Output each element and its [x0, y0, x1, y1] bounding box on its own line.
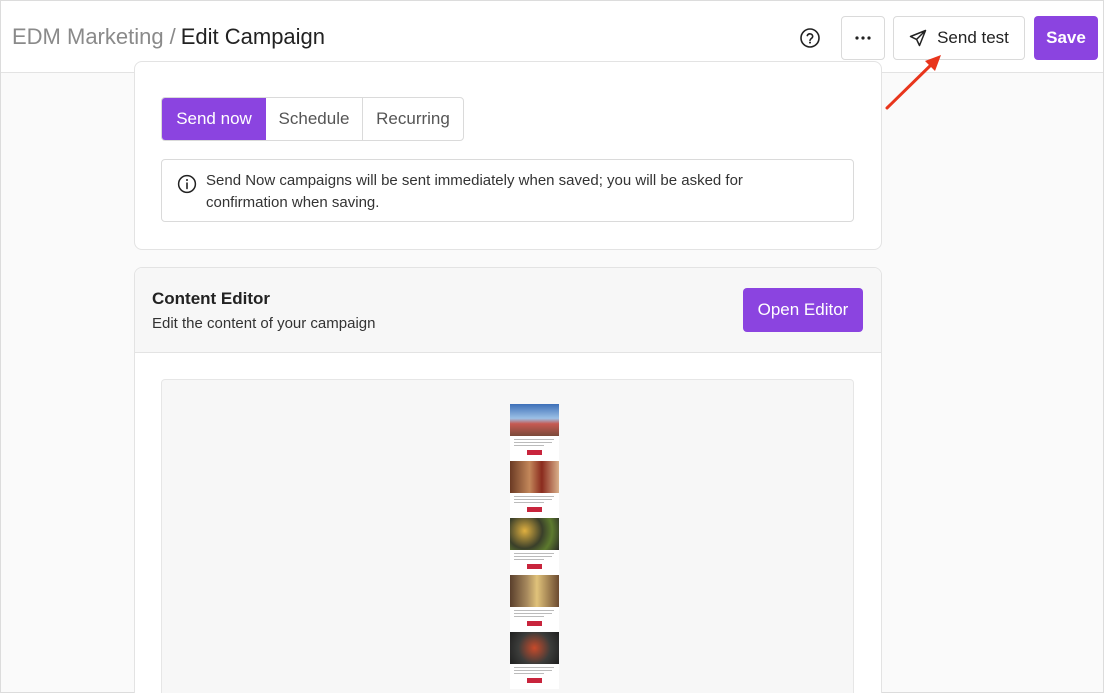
breadcrumb-separator: /: [169, 24, 176, 49]
page-title: Edit Campaign: [180, 24, 326, 49]
email-image: [510, 461, 559, 493]
email-image: [510, 404, 559, 436]
open-editor-button[interactable]: Open Editor: [743, 288, 863, 332]
email-cta-button: [527, 621, 542, 626]
breadcrumb: EDM Marketing / Edit Campaign: [12, 24, 325, 50]
email-section: [510, 632, 559, 689]
email-section: [510, 461, 559, 518]
send-now-info-box: Send Now campaigns will be sent immediat…: [161, 159, 854, 222]
send-test-label: Send test: [937, 28, 1009, 47]
email-preview-thumbnail[interactable]: [510, 404, 559, 689]
breadcrumb-parent[interactable]: EDM Marketing: [12, 24, 164, 49]
email-section: [510, 575, 559, 632]
content-editor-subtitle: Edit the content of your campaign: [152, 315, 376, 332]
email-image: [510, 575, 559, 607]
email-cta-button: [527, 678, 542, 683]
email-cta-button: [527, 450, 542, 455]
email-image: [510, 518, 559, 550]
content-editor-header: Content Editor Edit the content of your …: [135, 268, 881, 353]
info-icon: [177, 174, 197, 194]
recurring-option[interactable]: Recurring: [363, 98, 463, 140]
annotation-arrow-icon: [885, 55, 941, 110]
question-circle-icon: [800, 28, 820, 48]
email-image: [510, 632, 559, 664]
schedule-option[interactable]: Schedule: [266, 98, 363, 140]
info-text: Send Now campaigns will be sent immediat…: [206, 172, 743, 211]
email-section: [510, 518, 559, 575]
ellipsis-icon: [855, 36, 871, 40]
email-preview-area: [161, 379, 854, 693]
email-cta-button: [527, 507, 542, 512]
delivery-mode-segmented-control: Send now Schedule Recurring: [161, 97, 464, 141]
paper-plane-icon: [909, 29, 927, 47]
content-editor-card: Content Editor Edit the content of your …: [134, 267, 882, 693]
save-button[interactable]: Save: [1034, 16, 1098, 60]
content-editor-title: Content Editor: [152, 289, 271, 308]
email-section: [510, 404, 559, 461]
send-now-option[interactable]: Send now: [162, 98, 266, 140]
help-button[interactable]: [798, 26, 822, 50]
email-cta-button: [527, 564, 542, 569]
